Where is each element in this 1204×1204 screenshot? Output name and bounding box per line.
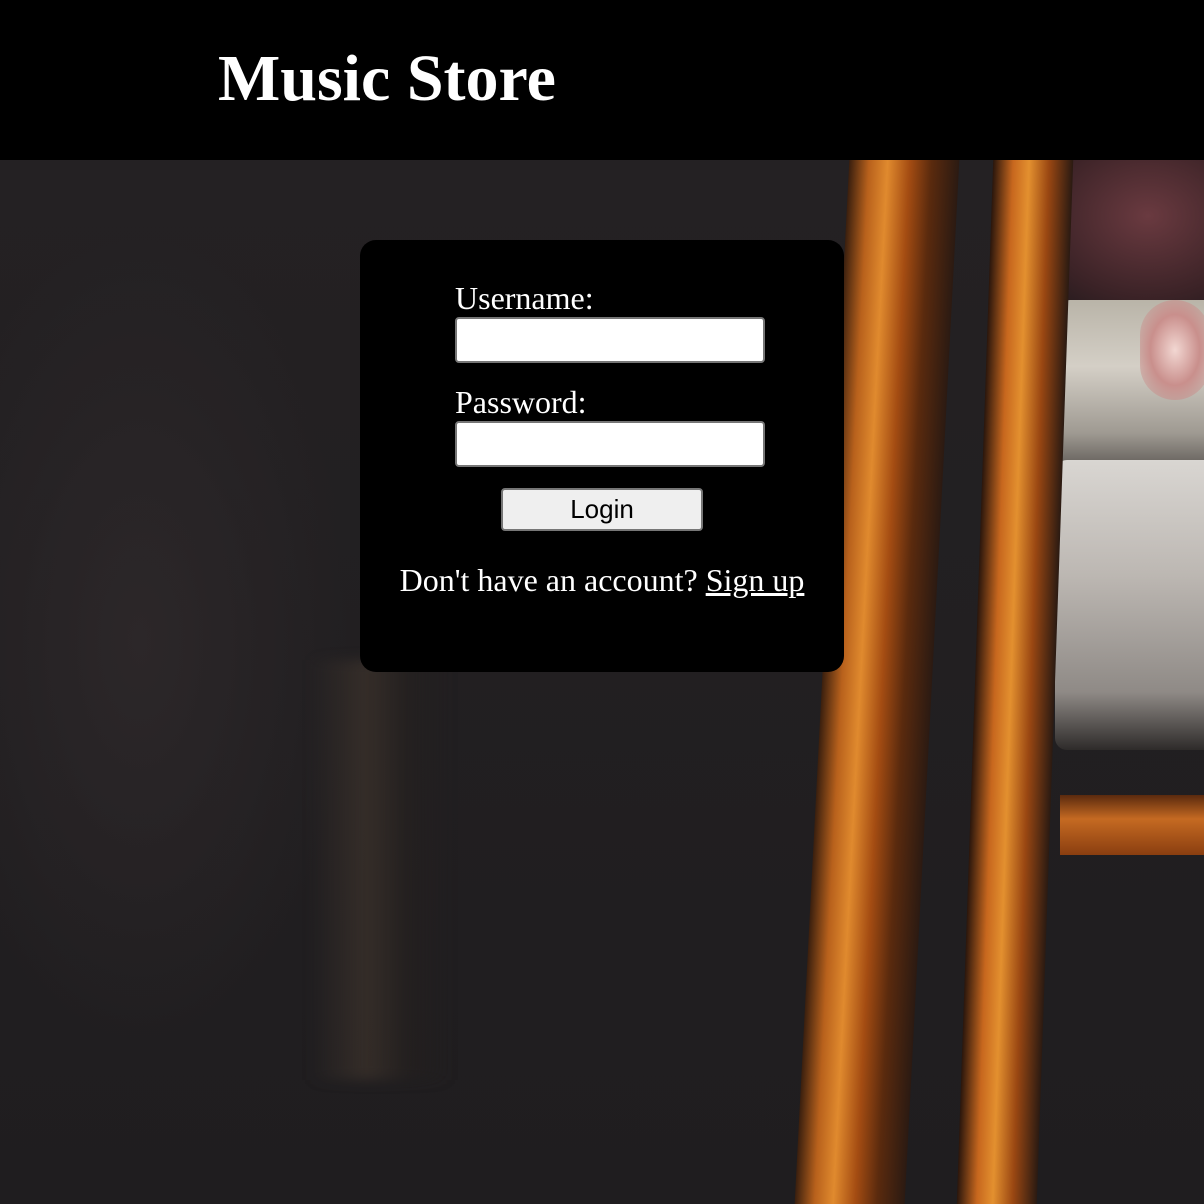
password-input[interactable] <box>455 421 765 467</box>
login-form: Username: Password: Login Don't have an … <box>360 240 844 672</box>
background-guitar-blur <box>310 660 450 1080</box>
site-header: Music Store <box>0 0 1204 160</box>
username-label: Username: <box>455 280 594 316</box>
signup-prompt-text: Don't have an account? <box>399 562 698 598</box>
background-drum-highlight <box>1140 300 1204 400</box>
username-input[interactable] <box>455 317 765 363</box>
background-drum-lower <box>1055 460 1204 750</box>
site-title: Music Store <box>218 42 556 115</box>
signup-link[interactable]: Sign up <box>706 562 805 598</box>
password-label: Password: <box>455 384 587 420</box>
background-wooden-bar <box>1060 795 1204 855</box>
signup-prompt-line: Don't have an account? Sign up <box>360 560 844 600</box>
login-button[interactable]: Login <box>501 488 703 531</box>
